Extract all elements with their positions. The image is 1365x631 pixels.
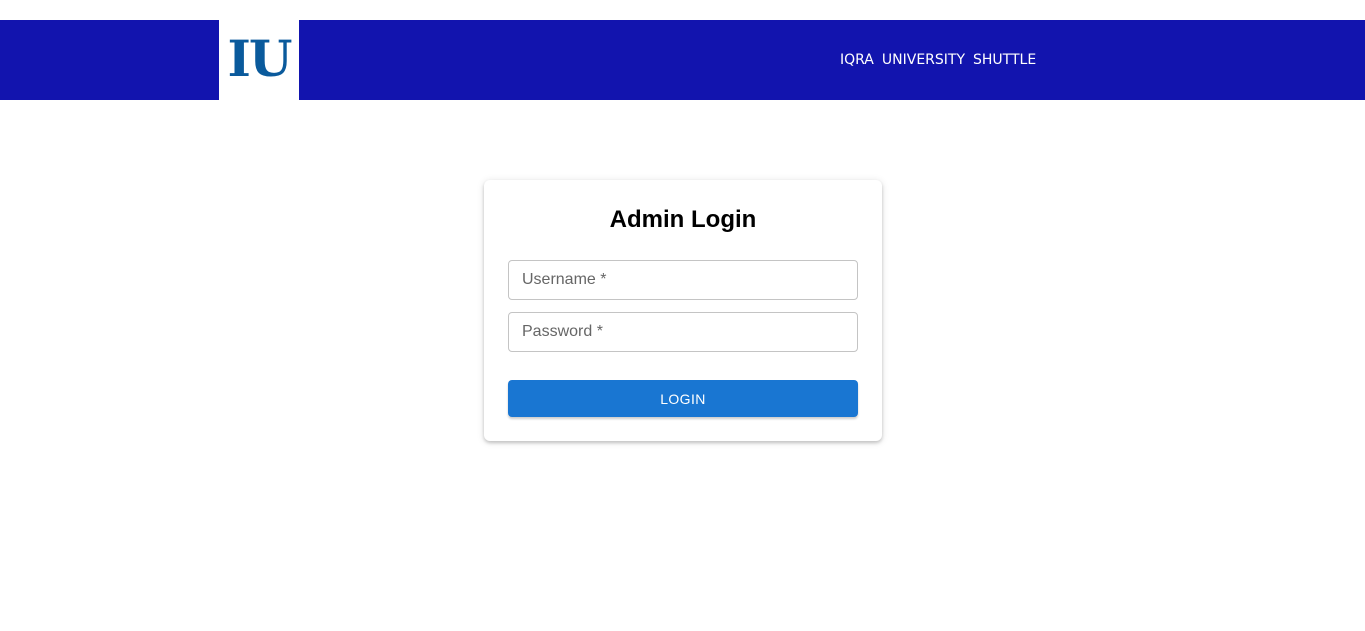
top-header: IU IQRA UNIVERSITY SHUTTLE <box>0 20 1365 100</box>
brand-word-university: UNIVERSITY <box>881 52 966 68</box>
logo-text: IU <box>227 29 293 88</box>
login-button[interactable]: LOGIN <box>508 380 858 417</box>
username-field[interactable] <box>508 260 858 300</box>
brand-title: IQRA UNIVERSITY SHUTTLE <box>840 20 1036 100</box>
brand-word-iqra: IQRA <box>840 52 874 68</box>
password-field[interactable] <box>508 312 858 352</box>
login-card: Admin Login LOGIN <box>484 180 882 441</box>
username-input[interactable] <box>509 261 857 299</box>
brand-word-shuttle: SHUTTLE <box>973 52 1037 68</box>
login-title: Admin Login <box>609 206 757 233</box>
university-logo[interactable]: IU <box>219 20 299 100</box>
password-input[interactable] <box>509 313 857 351</box>
